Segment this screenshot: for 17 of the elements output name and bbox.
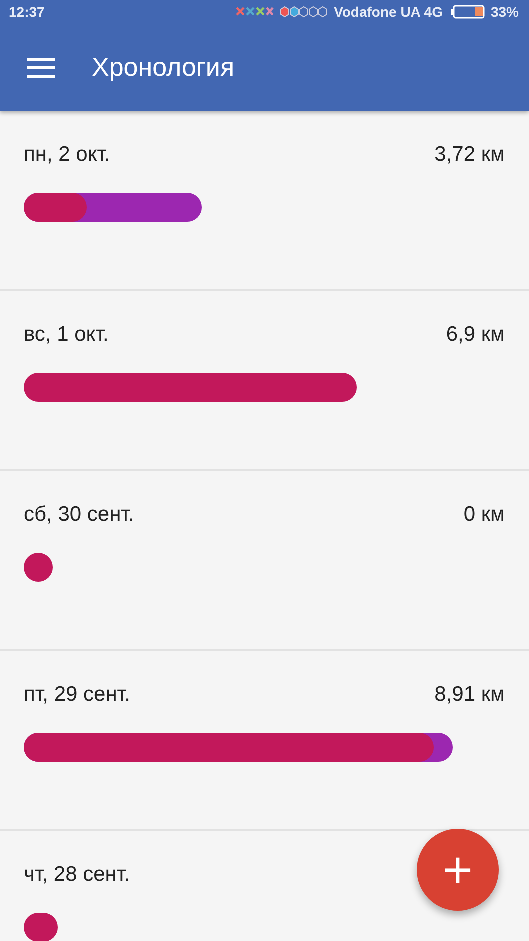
day-date: пн, 2 окт. (24, 143, 110, 167)
day-distance: 6,9 км (446, 323, 505, 347)
hexagon-icons (280, 6, 328, 18)
battery-icon (450, 5, 485, 19)
status-time: 12:37 (9, 4, 45, 20)
day-date: вс, 1 окт. (24, 323, 109, 347)
screen-title: Хронология (92, 52, 235, 83)
menu-icon (27, 58, 55, 78)
day-distance: 0 км (464, 503, 505, 527)
day-distance: 8,91 км (434, 683, 505, 707)
notification-icons (236, 7, 274, 17)
carrier-name: Vodafone UA 4G (334, 4, 443, 20)
day-distance: 3,72 км (434, 143, 505, 167)
day-date: сб, 30 сент. (24, 503, 134, 527)
battery-percent: 33% (490, 4, 519, 20)
day-date: чт, 28 сент. (24, 863, 130, 887)
day-date: пт, 29 сент. (24, 683, 130, 707)
